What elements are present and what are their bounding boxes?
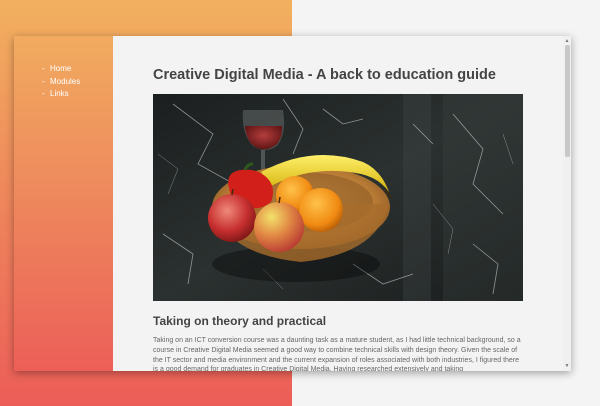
sidebar-nav: - Home - Modules - Links bbox=[42, 63, 80, 101]
scroll-down-arrow-icon[interactable]: ▼ bbox=[563, 362, 571, 370]
section-heading: Taking on theory and practical bbox=[153, 314, 327, 328]
nav-item-label[interactable]: Home bbox=[50, 63, 71, 76]
browser-window: - Home - Modules - Links Creative Digital M… bbox=[14, 36, 571, 371]
scroll-up-arrow-icon[interactable]: ▲ bbox=[563, 37, 571, 45]
main-content: Creative Digital Media - A back to educa… bbox=[113, 36, 563, 371]
vertical-scrollbar[interactable]: ▲ ▼ bbox=[563, 36, 571, 371]
nav-item-links[interactable]: - Links bbox=[42, 88, 80, 101]
page-title: Creative Digital Media - A back to educa… bbox=[153, 67, 496, 83]
hero-image bbox=[153, 94, 523, 301]
nav-item-home[interactable]: - Home bbox=[42, 63, 80, 76]
nav-item-label[interactable]: Modules bbox=[50, 76, 80, 89]
body-paragraph: Taking on an ICT conversion course was a… bbox=[153, 337, 521, 371]
scroll-thumb[interactable] bbox=[565, 45, 570, 157]
nav-item-modules[interactable]: - Modules bbox=[42, 76, 80, 89]
sidebar: - Home - Modules - Links bbox=[14, 36, 113, 371]
nav-item-label[interactable]: Links bbox=[50, 88, 69, 101]
